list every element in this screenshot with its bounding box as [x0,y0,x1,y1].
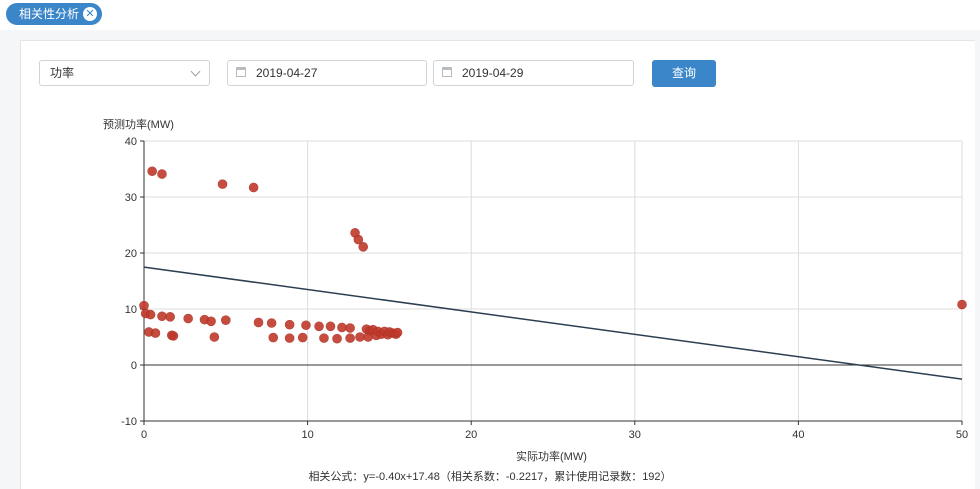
x-tick-label: 50 [956,429,968,441]
data-point [209,332,220,342]
data-point [284,333,295,343]
data-point [957,299,967,310]
data-point [165,312,175,322]
y-tick-label: 0 [131,360,137,372]
chart-tick-labels: 0 10 20 30 40 50 -10 0 10 20 30 40 [121,136,968,441]
data-point [314,321,324,332]
y-tick-label: 30 [125,192,137,204]
chart-points [139,166,967,344]
data-point [337,322,347,333]
data-point [332,333,342,344]
data-point [147,166,157,177]
data-point [183,313,193,324]
data-point [355,332,365,342]
data-point [145,309,156,320]
regression-line [143,266,963,380]
y-tick-label: -10 [121,416,137,428]
data-point [150,328,161,338]
data-point [221,315,231,326]
data-point [345,333,355,343]
data-point [297,332,308,343]
data-point [248,182,259,193]
scatter-chart: 0 10 20 30 40 50 -10 0 10 20 30 40 [121,136,968,441]
chart-grid [144,140,963,421]
data-point [253,317,264,328]
data-point [325,321,336,332]
data-point [168,331,179,341]
data-point [157,311,167,322]
x-tick-label: 20 [465,429,477,441]
x-tick-label: 10 [301,429,313,441]
y-tick-label: 40 [125,136,137,148]
data-point [319,333,329,343]
chart-fit-line-group [143,266,963,380]
data-point [139,300,149,311]
data-point [301,320,311,331]
x-tick-label: 0 [141,429,147,441]
data-point [217,179,228,189]
data-point [358,242,369,252]
correlation-formula: 相关公式：y=-0.40x+17.48（相关系数：-0.2217，累计使用记录数… [308,471,672,483]
data-point [392,327,403,338]
data-point [266,318,277,328]
data-point [206,316,216,327]
y-tick-label: 20 [125,248,137,260]
x-tick-label: 30 [629,429,641,441]
data-point [268,332,279,343]
data-point [345,323,355,333]
x-axis-label: 实际功率(MW) [516,451,587,463]
y-tick-label: 10 [125,304,137,316]
data-point [284,319,295,330]
data-point [157,169,167,179]
x-tick-label: 40 [792,429,804,441]
